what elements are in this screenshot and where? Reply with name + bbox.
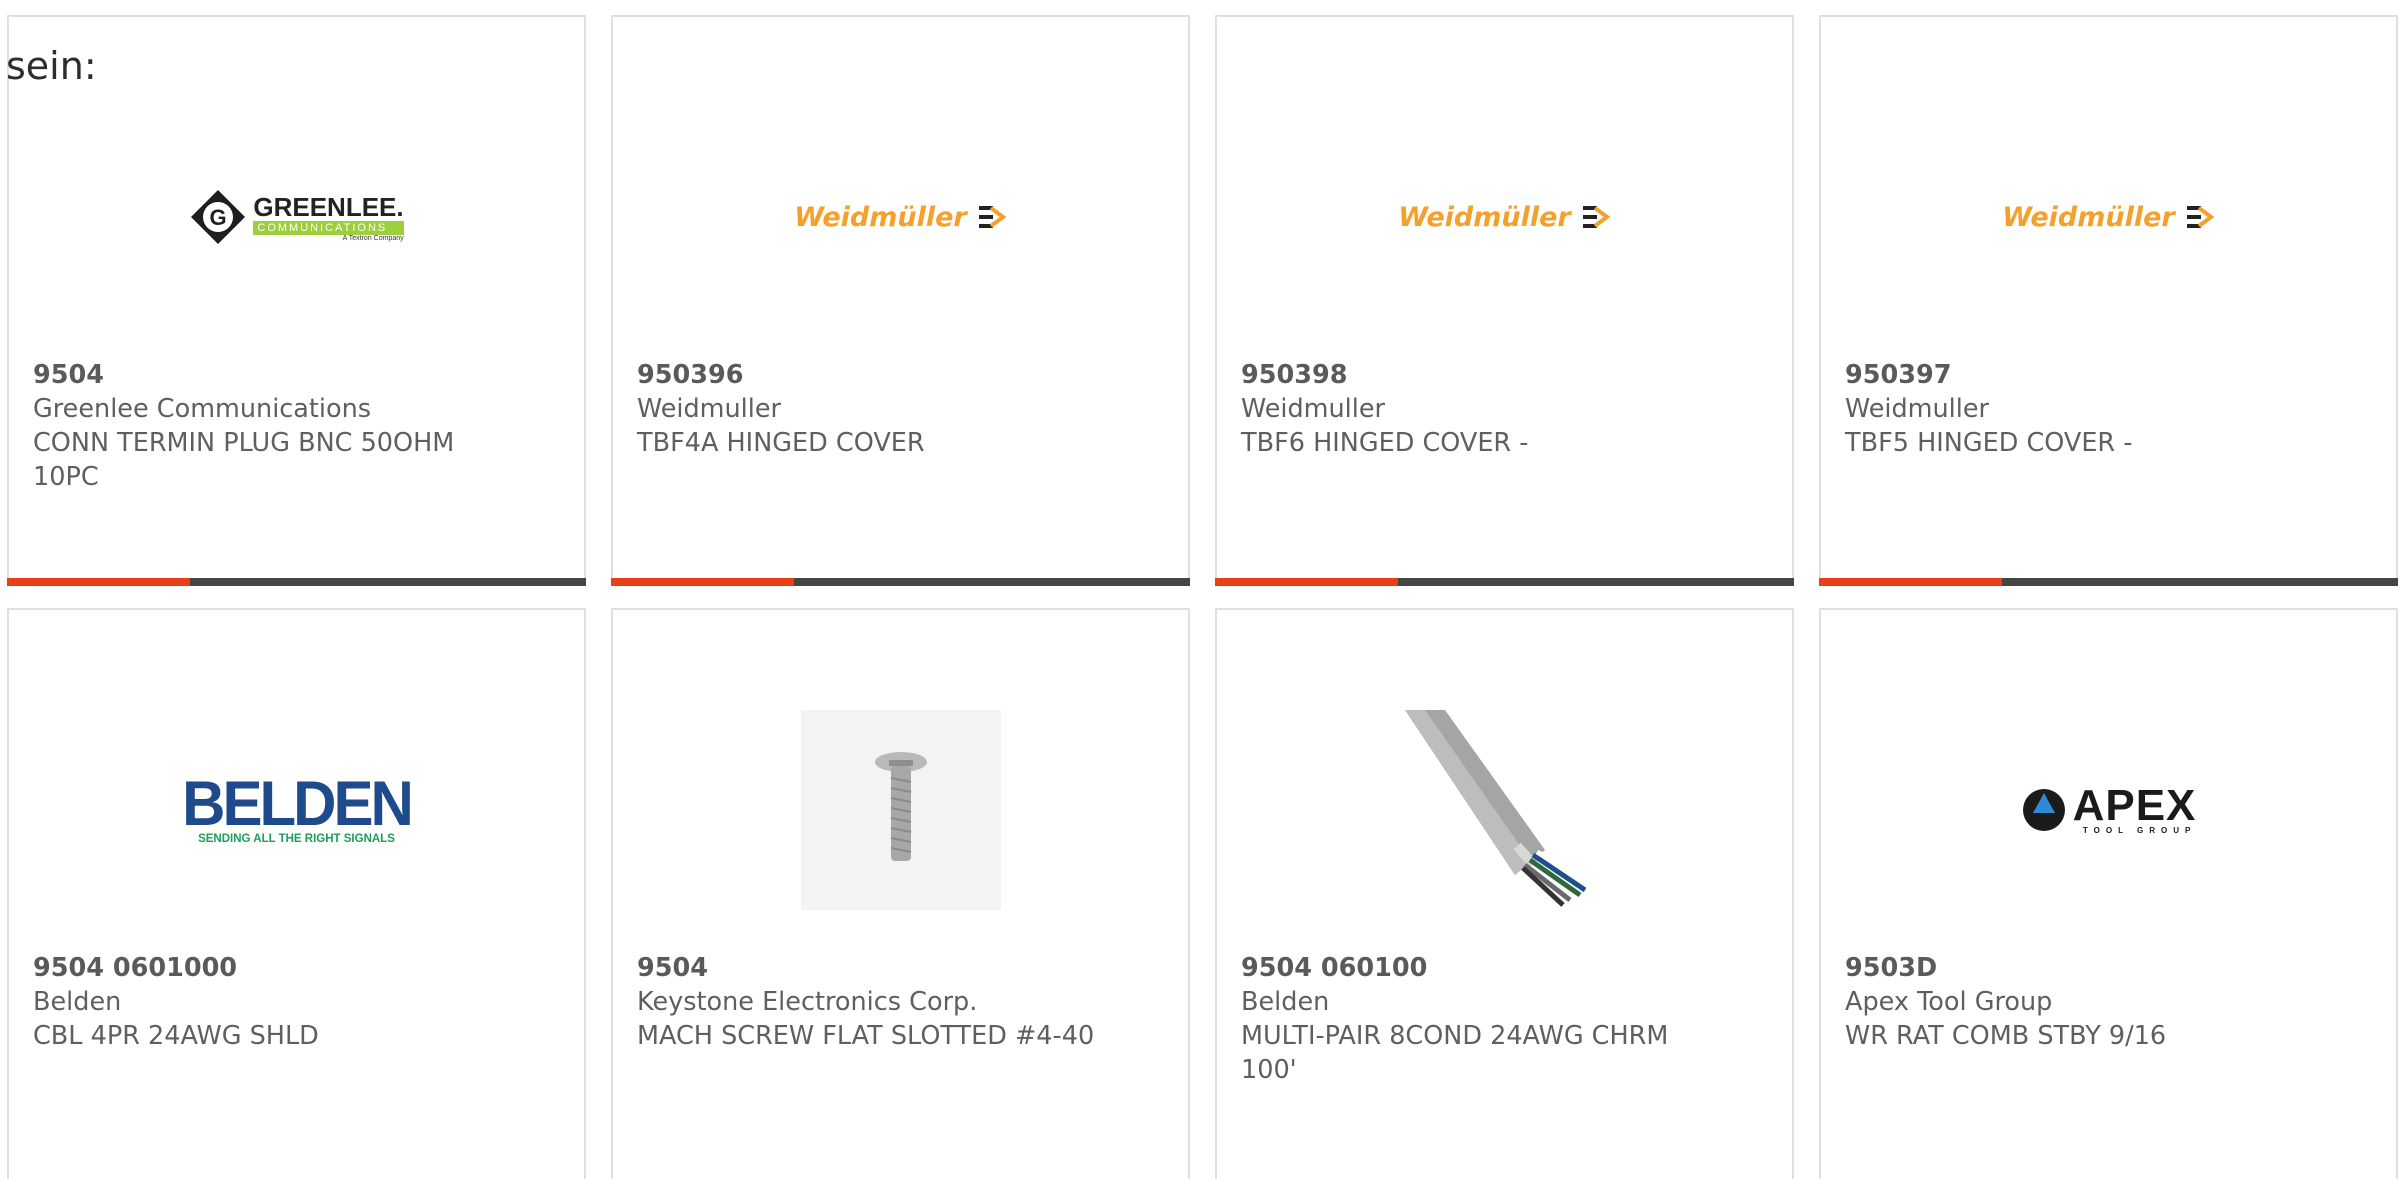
part-number[interactable]: 9504 — [33, 358, 503, 392]
cable-icon — [1404, 710, 1591, 907]
brand-name: Greenlee Communications — [33, 394, 372, 424]
product-description: WR RAT COMB STBY 9/16 — [1845, 1021, 2167, 1051]
card-hover-bar — [1215, 578, 1794, 586]
product-card[interactable]: Weidmüller 950396 Weidmuller TBF4A HINGE… — [611, 15, 1190, 586]
card-accent-bar — [7, 578, 190, 586]
part-number[interactable]: 950396 — [637, 358, 1107, 392]
product-info: 9504 Keystone Electronics Corp. MACH SCR… — [637, 951, 1107, 1053]
product-description: TBF4A HINGED COVER — [637, 428, 925, 458]
screw-icon — [800, 710, 1001, 910]
weidmuller-logo: Weidmüller — [613, 117, 1188, 317]
apex-logo: APEX TOOL GROUP — [1821, 710, 2396, 910]
part-number[interactable]: 9503D — [1845, 951, 2315, 985]
brand-name: Weidmuller — [1845, 394, 1990, 424]
product-card[interactable]: Weidmüller 950397 Weidmuller TBF5 HINGED… — [1819, 15, 2398, 586]
part-number[interactable]: 950398 — [1241, 358, 1711, 392]
weidmuller-logo: Weidmüller — [1217, 117, 1792, 317]
product-info: 9503D Apex Tool Group WR RAT COMB STBY 9… — [1845, 951, 2315, 1053]
card-hover-bar — [7, 578, 586, 586]
product-info: 950398 Weidmuller TBF6 HINGED COVER - — [1241, 358, 1711, 460]
greenlee-logo: G GREENLEE. COMMUNICATIONS A Textron Com… — [9, 117, 584, 317]
apex-mark-icon — [2022, 789, 2065, 831]
product-description: TBF6 HINGED COVER - — [1241, 428, 1529, 458]
product-description: TBF5 HINGED COVER - — [1845, 428, 2133, 458]
product-description: CBL 4PR 24AWG SHLD — [33, 1021, 319, 1051]
part-number[interactable]: 9504 060100 — [1241, 951, 1711, 985]
part-number[interactable]: 950397 — [1845, 358, 2315, 392]
product-card[interactable]: APEX TOOL GROUP 9503D Apex Tool Group WR… — [1819, 608, 2398, 1179]
card-accent-bar — [1819, 578, 2002, 586]
product-description: CONN TERMIN PLUG BNC 50OHM 10PC — [33, 428, 455, 492]
brand-name: Belden — [33, 987, 122, 1017]
product-card[interactable]: Weidmüller 950398 Weidmuller TBF6 HINGED… — [1215, 15, 1794, 586]
cable-image — [1217, 710, 1792, 910]
card-accent-bar — [1215, 578, 1398, 586]
product-card[interactable]: BELDEN SENDING ALL THE RIGHT SIGNALS 950… — [7, 608, 586, 1179]
belden-logo: BELDEN SENDING ALL THE RIGHT SIGNALS — [182, 768, 414, 845]
product-info: 9504 060100 Belden MULTI-PAIR 8COND 24AW… — [1241, 951, 1711, 1087]
weidmuller-mark-icon — [1582, 206, 1611, 228]
weidmuller-logo: Weidmüller — [1821, 117, 2396, 317]
svg-text:G: G — [210, 205, 227, 230]
weidmuller-mark-icon — [2186, 206, 2215, 228]
product-card[interactable]: 9504 060100 Belden MULTI-PAIR 8COND 24AW… — [1215, 608, 1794, 1179]
part-number[interactable]: 9504 — [637, 951, 1107, 985]
product-description: MACH SCREW FLAT SLOTTED #4-40 — [637, 1021, 1095, 1051]
product-card[interactable]: G GREENLEE. COMMUNICATIONS A Textron Com… — [7, 15, 586, 586]
brand-name: Apex Tool Group — [1845, 987, 2053, 1017]
brand-name: Belden — [1241, 987, 1330, 1017]
product-grid: G GREENLEE. COMMUNICATIONS A Textron Com… — [7, 15, 2398, 1179]
product-info: 950397 Weidmuller TBF5 HINGED COVER - — [1845, 358, 2315, 460]
card-accent-bar — [611, 578, 794, 586]
weidmuller-mark-icon — [978, 206, 1007, 228]
greenlee-g-icon: G — [191, 190, 246, 244]
product-info: 9504 0601000 Belden CBL 4PR 24AWG SHLD — [33, 951, 503, 1053]
brand-name: Weidmuller — [637, 394, 782, 424]
product-card[interactable]: 9504 Keystone Electronics Corp. MACH SCR… — [611, 608, 1190, 1179]
brand-name: Keystone Electronics Corp. — [637, 987, 978, 1017]
product-description: MULTI-PAIR 8COND 24AWG CHRM 100' — [1241, 1021, 1669, 1085]
card-hover-bar — [611, 578, 1190, 586]
intro-text: sein: — [6, 44, 97, 88]
card-hover-bar — [1819, 578, 2398, 586]
brand-name: Weidmuller — [1241, 394, 1386, 424]
part-number[interactable]: 9504 0601000 — [33, 951, 503, 985]
product-info: 950396 Weidmuller TBF4A HINGED COVER — [637, 358, 1107, 460]
screw-image — [613, 710, 1188, 910]
product-info: 9504 Greenlee Communications CONN TERMIN… — [33, 358, 503, 494]
